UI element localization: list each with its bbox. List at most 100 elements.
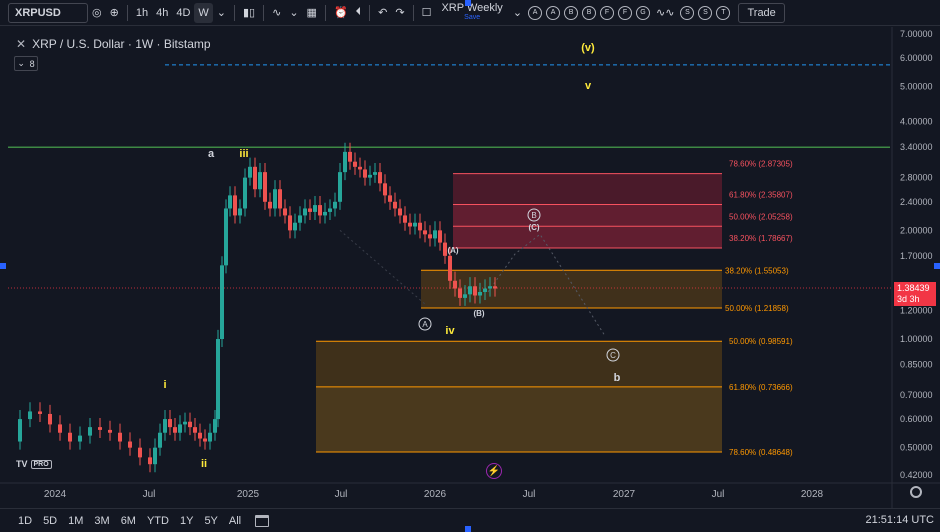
range-5y[interactable]: 5Y: [200, 515, 221, 527]
pro-badge: PRO: [30, 459, 52, 469]
candle-body: [408, 222, 412, 227]
wave-label-i: i: [163, 379, 166, 391]
selection-handle[interactable]: [934, 263, 940, 269]
range-ytd[interactable]: YTD: [143, 515, 173, 527]
range-6m[interactable]: 6M: [117, 515, 140, 527]
circle-a-icon[interactable]: A: [528, 5, 543, 20]
wave-label-b-paren: (B): [473, 309, 484, 318]
range-1m[interactable]: 1M: [64, 515, 87, 527]
time-tick-label: Jul: [523, 489, 536, 500]
time-tick-label: 2027: [613, 489, 636, 500]
candle-body: [168, 419, 172, 428]
circle-t-icon[interactable]: T: [716, 5, 731, 20]
price-tick-label: 6.00000: [900, 53, 933, 63]
layout-dropdown-icon[interactable]: ⌄: [509, 3, 526, 23]
candle-body: [298, 215, 302, 223]
circle-b-icon[interactable]: B: [564, 5, 579, 20]
utc-clock[interactable]: 21:51:14 UTC: [866, 514, 934, 526]
pattern-icon[interactable]: ∿∿: [652, 3, 678, 23]
circle-f-icon[interactable]: F: [618, 5, 633, 20]
symbol-search[interactable]: XRPUSD: [8, 2, 88, 23]
lightning-icon[interactable]: ⚡: [486, 463, 502, 479]
price-tick-label: 2.80000: [900, 173, 933, 183]
interval-w[interactable]: W: [194, 2, 213, 23]
alert-icon[interactable]: ⏰: [330, 3, 352, 23]
selection-handle[interactable]: [465, 0, 471, 6]
trade-button[interactable]: Trade: [738, 2, 785, 23]
fib-label-lower: 61.80% (0.73666): [729, 383, 793, 392]
close-icon[interactable]: ✕: [16, 37, 26, 51]
interval-dropdown-icon[interactable]: ⌄: [213, 3, 230, 23]
bottom-toolbar: 1D 5D 1M 3M 6M YTD 1Y 5Y All 21:51:14 UT…: [0, 508, 940, 532]
candle-body: [473, 286, 477, 296]
range-3m[interactable]: 3M: [90, 515, 113, 527]
wave-label-b: b: [614, 372, 621, 384]
layout-icon[interactable]: ☐: [418, 3, 436, 23]
templates-icon[interactable]: ▦: [303, 3, 321, 23]
bar-countdown: 3d 3h: [897, 294, 920, 304]
candle-body: [418, 222, 422, 231]
circle-s-icon[interactable]: S: [680, 5, 695, 20]
candle-body: [188, 421, 192, 428]
add-symbol-icon[interactable]: ⊕: [106, 3, 123, 23]
range-5d[interactable]: 5D: [39, 515, 61, 527]
candle-body: [448, 255, 452, 281]
candle-body: [138, 447, 142, 458]
price-tick-label: 3.40000: [900, 142, 933, 152]
fib-label-middle: 38.20% (1.55053): [725, 266, 789, 275]
candle-body: [18, 419, 22, 442]
candles-icon[interactable]: ▮▯: [239, 3, 259, 23]
range-1y[interactable]: 1Y: [176, 515, 197, 527]
interval-4h[interactable]: 4h: [152, 3, 172, 23]
candle-body: [433, 230, 437, 239]
circle-f-icon[interactable]: F: [600, 5, 615, 20]
circle-b-icon[interactable]: B: [582, 5, 597, 20]
circle-s-icon[interactable]: S: [698, 5, 713, 20]
divider: [126, 4, 128, 21]
replay-icon[interactable]: ⏴: [352, 3, 366, 23]
candle-body: [493, 286, 497, 289]
wave-label-a-circled: A: [422, 320, 428, 329]
candle-body: [238, 208, 242, 216]
circle-a-icon[interactable]: A: [546, 5, 561, 20]
price-tick-label: 1.70000: [900, 251, 933, 261]
redo-icon[interactable]: ↷: [391, 3, 408, 23]
time-tick-label: 2026: [424, 489, 447, 500]
circle-g-icon[interactable]: G: [636, 5, 651, 20]
candle-body: [388, 195, 392, 202]
candle-body: [293, 222, 297, 231]
chart-canvas[interactable]: 78.60% (2.87305) 61.80% (2.35807) 50.00% (…: [0, 27, 940, 508]
candle-body: [328, 208, 332, 212]
candle-body: [263, 172, 267, 202]
fib-label-upper: 38.20% (1.78667): [729, 234, 793, 243]
candle-body: [208, 432, 212, 442]
range-all[interactable]: All: [225, 515, 245, 527]
undo-icon[interactable]: ↶: [374, 3, 391, 23]
gear-icon[interactable]: [910, 486, 922, 498]
indicators-dropdown-icon[interactable]: ⌄: [285, 3, 302, 23]
price-tick-label: 0.60000: [900, 414, 933, 424]
interval-1h[interactable]: 1h: [132, 3, 152, 23]
tradingview-logo[interactable]: TV PRO: [16, 457, 70, 471]
candle-body: [183, 421, 187, 425]
candle-body: [343, 151, 347, 173]
wave-label-ii: ii: [201, 458, 207, 470]
candle-body: [178, 424, 182, 433]
layout-name[interactable]: XRP Weekly Save: [435, 2, 508, 23]
interval-4d[interactable]: 4D: [172, 3, 194, 23]
divider: [263, 4, 265, 21]
indicators-icon[interactable]: ∿: [268, 3, 285, 23]
compare-icon[interactable]: ◎: [88, 3, 106, 23]
time-tick-label: 2024: [44, 489, 67, 500]
candle-body: [288, 215, 292, 231]
price-tick-label: 1.00000: [900, 334, 933, 344]
indicators-toggle[interactable]: ⌄ 8: [14, 56, 38, 71]
range-1d[interactable]: 1D: [14, 515, 36, 527]
divider: [324, 4, 326, 21]
calendar-icon[interactable]: [255, 514, 270, 527]
price-tick-label: 0.85000: [900, 359, 933, 369]
candle-body: [158, 432, 162, 448]
candle-body: [88, 427, 92, 436]
candle-body: [303, 208, 307, 216]
selection-handle[interactable]: [0, 263, 6, 269]
